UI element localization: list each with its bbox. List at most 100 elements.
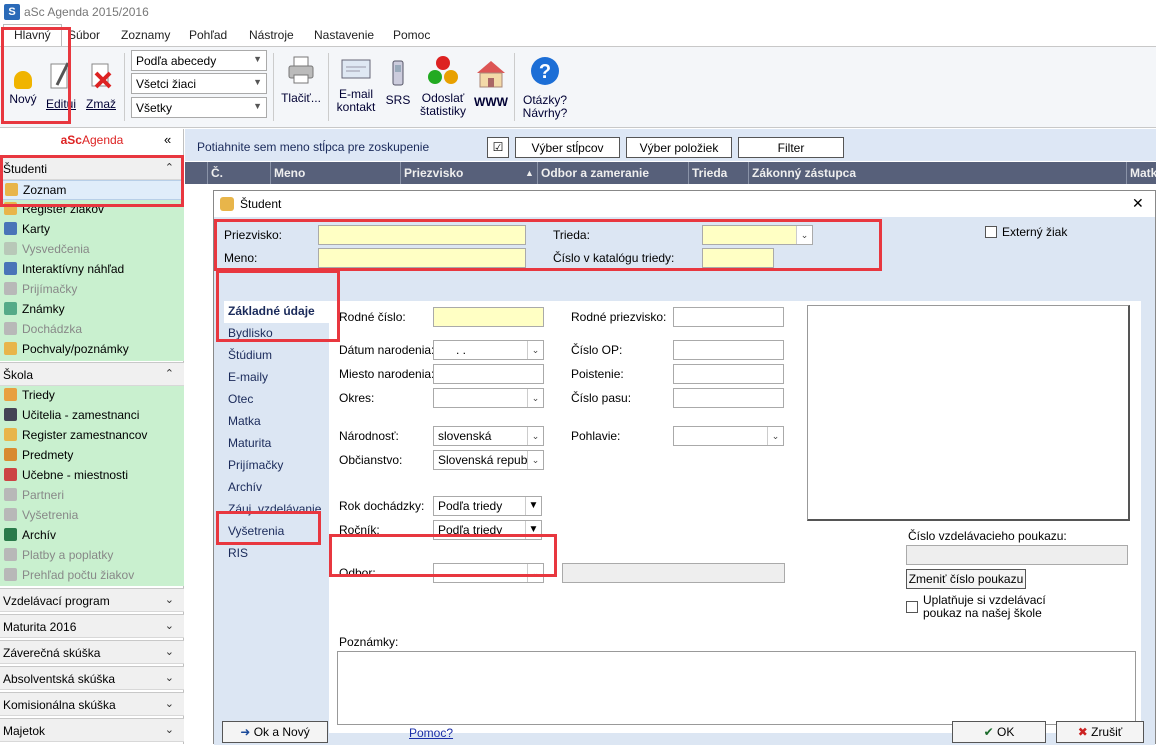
col-field[interactable]: Odbor a zameranie [541, 166, 649, 180]
col-class[interactable]: Trieda [692, 166, 727, 180]
edit-button[interactable]: Editui [44, 61, 78, 111]
surname-input[interactable] [318, 225, 526, 245]
tab-hlavny[interactable]: Hlavný [3, 24, 62, 46]
col-guardian[interactable]: Zákonný zástupca [752, 166, 856, 180]
sidebar-item-pochvaly[interactable]: Pochvaly/poznámky [0, 340, 184, 360]
tab-pomoc[interactable]: Pomoc [393, 28, 430, 42]
id-number-input[interactable] [673, 340, 784, 360]
tab-zakladne-udaje[interactable]: Základné údaje [224, 301, 334, 323]
voucher-applied-checkbox[interactable] [906, 601, 918, 613]
tab-archiv[interactable]: Archív [224, 477, 334, 499]
birth-number-input[interactable] [433, 307, 544, 327]
sidebar-item-ucebne[interactable]: Učebne - miestnosti [0, 466, 184, 486]
section-skola[interactable]: Škola ⌃ [0, 362, 184, 386]
maiden-name-input[interactable] [673, 307, 784, 327]
item-select-button[interactable]: Výber položiek [626, 137, 732, 158]
section-absolventska[interactable]: Absolventská skúška ⌄ [0, 666, 184, 690]
ok-and-new-button[interactable]: ➜ Ok a Nový [222, 721, 328, 743]
expand-chevron-icon: ⌄ [164, 646, 174, 658]
tab-maturita[interactable]: Maturita [224, 433, 334, 455]
sidebar-item-vysvedcenia[interactable]: Vysvedčenia [0, 240, 184, 260]
collapse-icon[interactable]: « [164, 132, 171, 147]
sidebar-item-znamky[interactable]: Známky [0, 300, 184, 320]
filter-select[interactable]: Všetky ▼ [131, 97, 267, 118]
column-select-button[interactable]: Výber stĺpcov [515, 137, 620, 158]
insurance-input[interactable] [673, 364, 784, 384]
section-studenti[interactable]: Študenti ⌃ [0, 156, 184, 180]
col-name[interactable]: Meno [274, 166, 305, 180]
gender-select[interactable]: ⌄ [673, 426, 784, 446]
sidebar-item-zoznam[interactable]: Zoznam [0, 180, 184, 200]
tab-prijimacky[interactable]: Prijímačky [224, 455, 334, 477]
tab-subor[interactable]: Súbor [68, 28, 100, 42]
notes-textarea[interactable] [337, 651, 1136, 725]
sidebar-item-triedy[interactable]: Triedy [0, 386, 184, 406]
catalog-number-input[interactable] [702, 248, 774, 268]
nationality-select[interactable]: slovenská ⌄ [433, 426, 544, 446]
class-select[interactable]: ⌄ [702, 225, 813, 245]
name-input[interactable] [318, 248, 526, 268]
sidebar-item-archiv[interactable]: Archív [0, 526, 184, 546]
section-majetok[interactable]: Majetok ⌄ [0, 718, 184, 742]
tab-zauj-vzdelavanie[interactable]: Záuj. vzdelávanie [224, 499, 334, 521]
help-link[interactable]: Pomoc? [409, 726, 453, 740]
section-maturita[interactable]: Maturita 2016 ⌄ [0, 614, 184, 638]
sort-select[interactable]: Podľa abecedy ▼ [131, 50, 267, 71]
tab-vysetrenia[interactable]: Vyšetrenia [224, 521, 334, 543]
srs-button[interactable]: SRS [384, 59, 412, 107]
sidebar-item-register-ziakov[interactable]: Register žiakov [0, 200, 184, 220]
tab-bydlisko[interactable]: Bydlisko [224, 323, 334, 345]
ok-button[interactable]: ✔ OK [952, 721, 1046, 743]
section-studenti-label: Študenti [3, 162, 48, 176]
students-select[interactable]: Všetci žiaci ▼ [131, 73, 267, 94]
tab-nastavenie[interactable]: Nastavenie [314, 28, 374, 42]
passport-input[interactable] [673, 388, 784, 408]
col-mother[interactable]: Matk [1130, 166, 1156, 180]
section-vzdelavaci-program[interactable]: Vzdelávací program ⌄ [0, 588, 184, 612]
delete-button[interactable]: Zmaž [84, 61, 118, 111]
grade-select[interactable]: Podľa triedy ▼ [433, 520, 542, 540]
photo-frame[interactable] [807, 305, 1130, 521]
close-icon[interactable]: ✕ [1132, 195, 1144, 212]
send-stats-button[interactable]: Odoslať štatistiky [418, 55, 468, 118]
sidebar-item-interaktivny-nahlad[interactable]: Interaktívny náhľad [0, 260, 184, 280]
col-surname[interactable]: Priezvisko [404, 166, 463, 180]
tab-otec[interactable]: Otec [224, 389, 334, 411]
tab-zoznamy[interactable]: Zoznamy [121, 28, 170, 42]
tab-emaily[interactable]: E-maily [224, 367, 334, 389]
col-number[interactable]: Č. [211, 166, 223, 180]
section-komisionalna[interactable]: Komisionálna skúška ⌄ [0, 692, 184, 716]
sidebar-item-prehlad[interactable]: Prehľad počtu žiakov [0, 566, 184, 586]
tab-nastroje[interactable]: Nástroje [249, 28, 294, 42]
section-zaverecna[interactable]: Záverečná skúška ⌄ [0, 640, 184, 664]
sidebar-item-vysetrenia[interactable]: Vyšetrenia [0, 506, 184, 526]
tab-matka[interactable]: Matka [224, 411, 334, 433]
cancel-button[interactable]: ✖ Zrušiť [1056, 721, 1144, 743]
www-button[interactable]: WWW [472, 59, 510, 109]
print-button[interactable]: Tlačiť... [278, 55, 324, 105]
select-all-checkbox[interactable]: ☑ [487, 137, 509, 158]
tab-studium[interactable]: Štúdium [224, 345, 334, 367]
new-button[interactable]: Nový [6, 61, 40, 106]
sidebar-item-karty[interactable]: Karty [0, 220, 184, 240]
tab-ris[interactable]: RIS [224, 543, 334, 565]
email-contact-button[interactable]: E-mail kontakt [333, 57, 379, 114]
external-student-checkbox[interactable] [985, 226, 997, 238]
citizenship-select[interactable]: Slovenská republ ⌄ [433, 450, 544, 470]
sidebar-item-register-zamestnancov[interactable]: Register zamestnancov [0, 426, 184, 446]
sidebar-item-predmety[interactable]: Predmety [0, 446, 184, 466]
birth-place-input[interactable] [433, 364, 544, 384]
tab-pohlad[interactable]: Pohľad [189, 28, 227, 42]
questions-button[interactable]: ? Otázky? Návrhy? [520, 55, 570, 120]
sidebar-item-partneri[interactable]: Partneri [0, 486, 184, 506]
birth-date-picker[interactable]: . . ⌄ [433, 340, 544, 360]
sidebar-item-ucitelia[interactable]: Učitelia - zamestnanci [0, 406, 184, 426]
change-voucher-button[interactable]: Zmeniť číslo poukazu [906, 569, 1026, 589]
sidebar-item-platby[interactable]: Platby a poplatky [0, 546, 184, 566]
attendance-year-select[interactable]: Podľa triedy ▼ [433, 496, 542, 516]
sidebar-item-prijimacky[interactable]: Prijímačky [0, 280, 184, 300]
filter-button[interactable]: Filter [738, 137, 844, 158]
field-of-study-select[interactable]: ⌄ [433, 563, 544, 583]
sidebar-item-dochadzka[interactable]: Dochádzka [0, 320, 184, 340]
district-select[interactable]: ⌄ [433, 388, 544, 408]
